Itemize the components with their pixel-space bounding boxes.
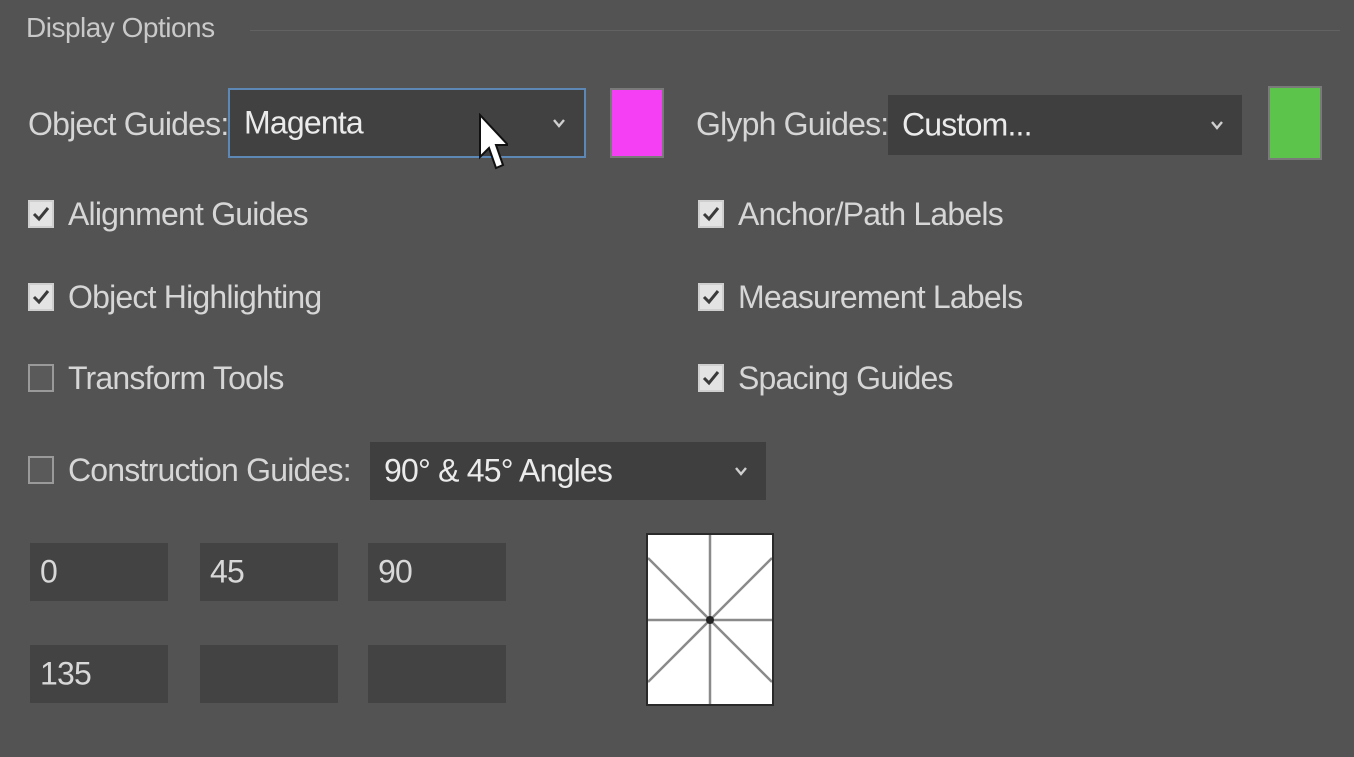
construction-guides-label: Construction Guides: — [68, 451, 352, 488]
transform-tools-label: Transform Tools — [68, 359, 284, 396]
display-options-panel: Display Options Object Guides: Magenta G… — [0, 0, 1354, 757]
angle-field-1[interactable]: 0 — [30, 543, 168, 601]
angle-value: 0 — [40, 553, 58, 590]
checkmark-icon — [702, 371, 720, 386]
spacing-guides-checkbox[interactable]: Spacing Guides — [698, 358, 954, 398]
construction-guides-preview — [646, 533, 774, 706]
angle-field-4[interactable]: 135 — [30, 645, 168, 703]
construction-guides-checkbox[interactable]: Construction Guides: — [28, 450, 352, 490]
chevron-down-icon — [1211, 121, 1223, 130]
object-highlighting-label: Object Highlighting — [68, 278, 322, 315]
spacing-guides-label: Spacing Guides — [738, 359, 954, 396]
transform-tools-checkbox[interactable]: Transform Tools — [28, 358, 284, 398]
object-guides-dropdown[interactable]: Magenta — [228, 88, 586, 158]
glyph-guides-label: Glyph Guides: — [696, 106, 889, 142]
measurement-labels-label: Measurement Labels — [738, 278, 1023, 315]
object-highlighting-checkbox[interactable]: Object Highlighting — [28, 277, 322, 317]
chevron-down-icon — [553, 119, 565, 128]
checkbox-box[interactable] — [28, 456, 54, 484]
checkbox-box[interactable] — [28, 283, 54, 311]
object-guides-label: Object Guides: — [28, 106, 229, 142]
checkbox-box[interactable] — [698, 200, 724, 228]
checkmark-icon — [702, 290, 720, 305]
alignment-guides-checkbox[interactable]: Alignment Guides — [28, 194, 309, 234]
angle-value: 45 — [210, 553, 245, 590]
glyph-guides-color-swatch[interactable] — [1268, 86, 1322, 160]
checkbox-box[interactable] — [698, 283, 724, 311]
section-divider — [250, 30, 1340, 31]
angle-value: 135 — [40, 655, 92, 692]
mouse-pointer-icon — [479, 113, 508, 170]
checkmark-icon — [32, 207, 50, 222]
angle-value: 90 — [378, 553, 413, 590]
construction-angles-dropdown[interactable]: 90° & 45° Angles — [370, 442, 766, 500]
angle-field-6[interactable] — [368, 645, 506, 703]
glyph-guides-value: Custom... — [902, 106, 1033, 143]
construction-angles-value: 90° & 45° Angles — [384, 452, 613, 489]
checkmark-icon — [32, 290, 50, 305]
checkbox-box[interactable] — [28, 200, 54, 228]
chevron-down-icon — [735, 467, 747, 476]
anchor-path-labels-label: Anchor/Path Labels — [738, 195, 1004, 232]
angle-field-3[interactable]: 90 — [368, 543, 506, 601]
angle-preview-graphic — [647, 535, 773, 704]
object-guides-value: Magenta — [244, 104, 364, 141]
checkbox-box[interactable] — [28, 364, 54, 392]
angle-field-5[interactable] — [200, 645, 338, 703]
angle-field-2[interactable]: 45 — [200, 543, 338, 601]
section-title: Display Options — [26, 12, 215, 43]
glyph-guides-dropdown[interactable]: Custom... — [888, 95, 1242, 155]
checkmark-icon — [702, 207, 720, 222]
alignment-guides-label: Alignment Guides — [68, 195, 309, 232]
object-guides-color-swatch[interactable] — [610, 88, 664, 158]
measurement-labels-checkbox[interactable]: Measurement Labels — [698, 277, 1023, 317]
checkbox-box[interactable] — [698, 364, 724, 392]
anchor-path-labels-checkbox[interactable]: Anchor/Path Labels — [698, 194, 1004, 234]
